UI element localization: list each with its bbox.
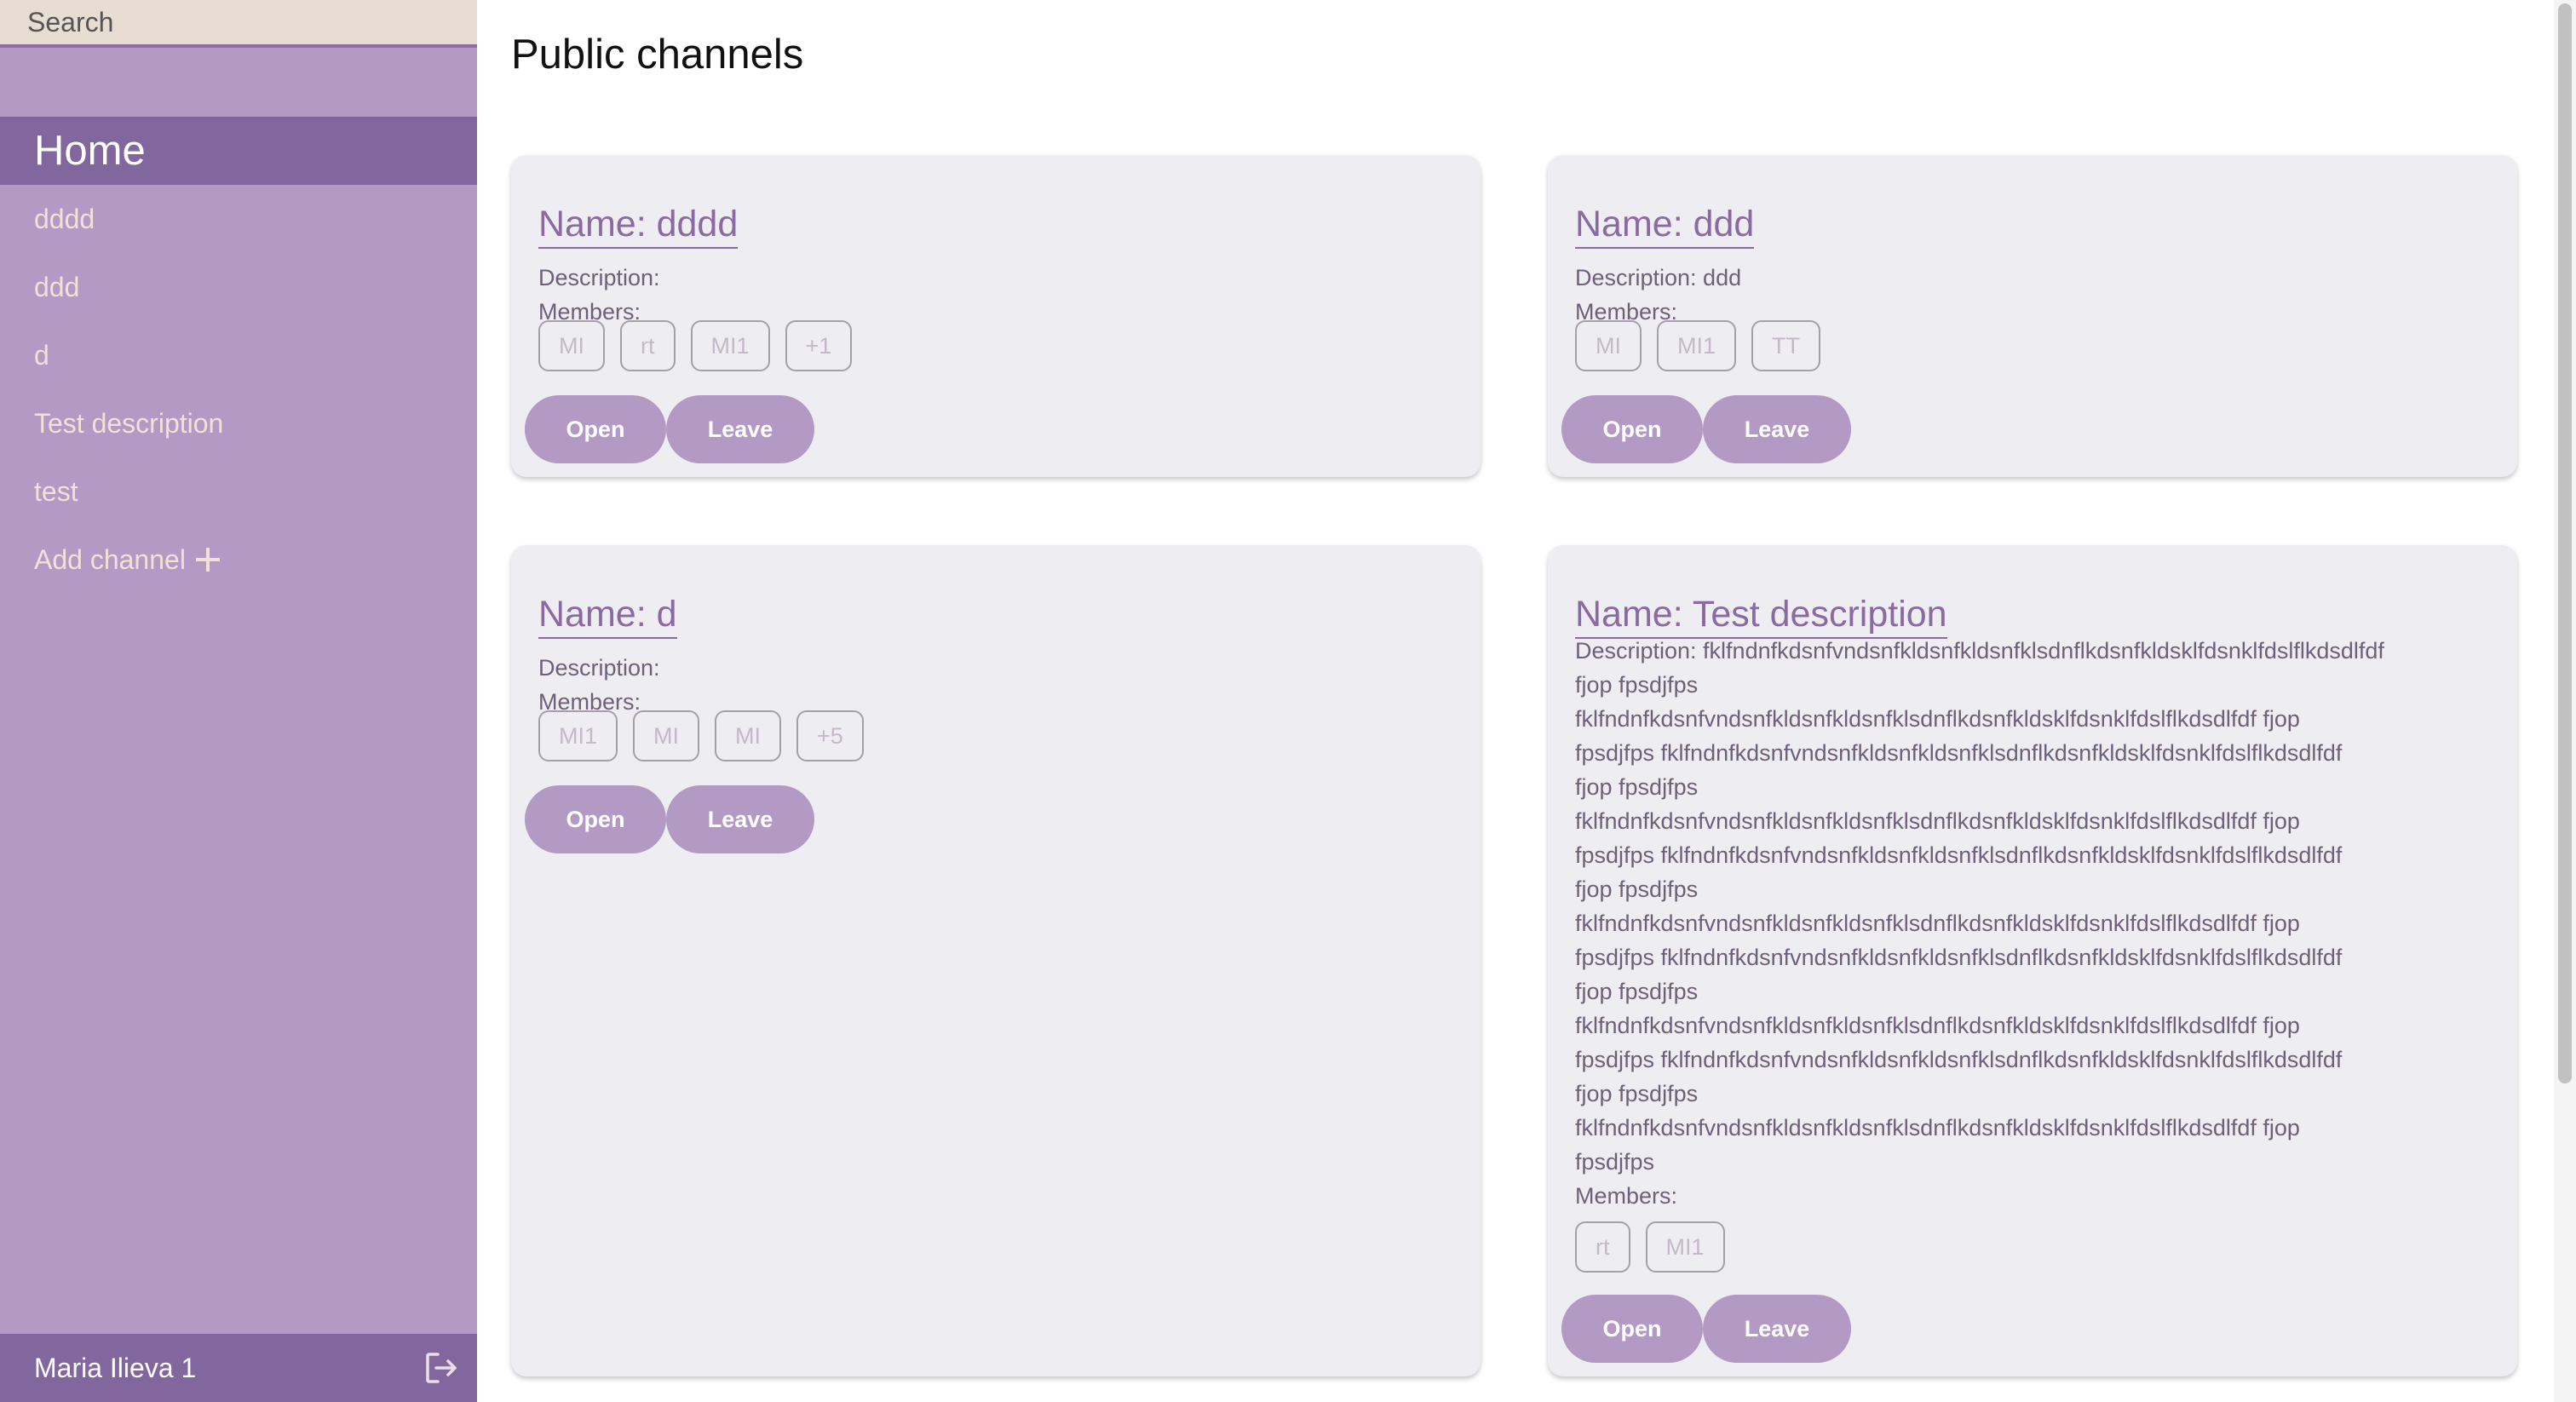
- card-actions: Open Leave: [525, 395, 814, 463]
- channel-name[interactable]: Name: d: [538, 593, 677, 639]
- description-line: fjop fpsdjfps: [1575, 774, 1699, 800]
- channel-description: Description:: [538, 655, 660, 681]
- channel-name[interactable]: Name: dddd: [538, 203, 739, 249]
- description-line: fjop fpsdjfps: [1575, 672, 1699, 698]
- sidebar-item-test-description[interactable]: Test description: [34, 406, 223, 440]
- member-chips: rt MI1: [1575, 1221, 1725, 1273]
- search-input[interactable]: [0, 0, 477, 44]
- channel-description: Description:: [538, 265, 660, 290]
- card-actions: Open Leave: [1561, 1295, 1851, 1363]
- card-actions: Open Leave: [525, 785, 814, 853]
- description-line: fpsdjfps fklfndnfkdsnfvndsnfkldsnfkldsnf…: [1575, 945, 2343, 970]
- channel-description: Description: fklfndnfkdsnfvndsnfkldsnfkl…: [1575, 634, 2512, 1179]
- member-chips: MI1 MI MI +5: [538, 710, 864, 761]
- sidebar: Home dddd ddd d Test description test Ad…: [0, 0, 477, 1402]
- add-channel-button[interactable]: Add channel: [34, 543, 220, 577]
- member-chip[interactable]: MI: [633, 710, 700, 761]
- member-chip[interactable]: +5: [796, 710, 864, 761]
- leave-button[interactable]: Leave: [666, 395, 814, 463]
- open-button[interactable]: Open: [1561, 395, 1703, 463]
- member-chips: MI MI1 TT: [1575, 320, 1821, 371]
- member-chip[interactable]: MI1: [690, 320, 770, 371]
- user-bar: Maria Ilieva 1: [0, 1334, 477, 1402]
- channel-description: Description: ddd: [1575, 265, 1742, 290]
- description-line: fjop fpsdjfps: [1575, 876, 1699, 902]
- sidebar-item-d[interactable]: d: [34, 338, 49, 372]
- sidebar-item-home[interactable]: Home: [0, 117, 477, 185]
- description-line: Description: fklfndnfkdsnfvndsnfkldsnfkl…: [1575, 638, 2384, 664]
- member-chip[interactable]: MI1: [538, 710, 618, 761]
- description-line: fpsdjfps fklfndnfkdsnfvndsnfkldsnfkldsnf…: [1575, 740, 2343, 766]
- channel-name[interactable]: Name: ddd: [1575, 203, 1755, 249]
- description-line: fklfndnfkdsnfvndsnfkldsnfkldsnfklsdnflkd…: [1575, 706, 2300, 732]
- member-chip[interactable]: rt: [620, 320, 676, 371]
- description-line: fklfndnfkdsnfvndsnfkldsnfkldsnfklsdnflkd…: [1575, 1013, 2300, 1038]
- sidebar-item-ddd[interactable]: ddd: [34, 270, 79, 304]
- description-line: fpsdjfps fklfndnfkdsnfvndsnfkldsnfkldsnf…: [1575, 842, 2343, 868]
- scrollbar[interactable]: [2554, 0, 2576, 1402]
- leave-button[interactable]: Leave: [1703, 1295, 1851, 1363]
- card-actions: Open Leave: [1561, 395, 1851, 463]
- plus-icon: [195, 548, 220, 572]
- description-line: fklfndnfkdsnfvndsnfkldsnfkldsnfklsdnflkd…: [1575, 911, 2300, 936]
- member-chip[interactable]: TT: [1751, 320, 1821, 371]
- description-line: fjop fpsdjfps: [1575, 979, 1699, 1004]
- member-chip[interactable]: MI: [715, 710, 782, 761]
- scrollbar-thumb[interactable]: [2558, 3, 2572, 1083]
- search-bar: [0, 0, 477, 48]
- channel-card-ddd: Name: ddd Description: ddd Members: MI M…: [1548, 155, 2517, 477]
- sidebar-item-dddd[interactable]: dddd: [34, 202, 95, 236]
- member-chip[interactable]: MI: [1575, 320, 1642, 371]
- description-line: fpsdjfps: [1575, 1149, 1655, 1175]
- open-button[interactable]: Open: [1561, 1295, 1703, 1363]
- open-button[interactable]: Open: [525, 395, 666, 463]
- member-chip[interactable]: MI1: [1657, 320, 1737, 371]
- leave-button[interactable]: Leave: [666, 785, 814, 853]
- logout-icon[interactable]: [423, 1349, 460, 1387]
- member-chips: MI rt MI1 +1: [538, 320, 853, 371]
- description-line: fklfndnfkdsnfvndsnfkldsnfkldsnfklsdnflkd…: [1575, 808, 2300, 834]
- description-line: fklfndnfkdsnfvndsnfkldsnfkldsnfklsdnflkd…: [1575, 1115, 2300, 1141]
- description-line: fjop fpsdjfps: [1575, 1081, 1699, 1106]
- open-button[interactable]: Open: [525, 785, 666, 853]
- user-name: Maria Ilieva 1: [34, 1353, 197, 1383]
- channel-name[interactable]: Name: Test description: [1575, 593, 1947, 639]
- member-chip[interactable]: MI: [538, 320, 605, 371]
- member-chip[interactable]: rt: [1575, 1221, 1630, 1273]
- add-channel-label: Add channel: [34, 544, 186, 575]
- channel-card-dddd: Name: dddd Description: Members: MI rt M…: [511, 155, 1481, 477]
- leave-button[interactable]: Leave: [1703, 395, 1851, 463]
- members-label: Members:: [1575, 1183, 1678, 1209]
- page-title: Public channels: [511, 32, 804, 78]
- member-chip[interactable]: +1: [785, 320, 853, 371]
- description-line: fpsdjfps fklfndnfkdsnfvndsnfkldsnfkldsnf…: [1575, 1047, 2343, 1072]
- channel-card-d: Name: d Description: Members: MI1 MI MI …: [511, 545, 1481, 1376]
- member-chip[interactable]: MI1: [1645, 1221, 1725, 1273]
- sidebar-item-test[interactable]: test: [34, 474, 78, 509]
- channel-card-test-description: Name: Test description Description: fklf…: [1548, 545, 2517, 1376]
